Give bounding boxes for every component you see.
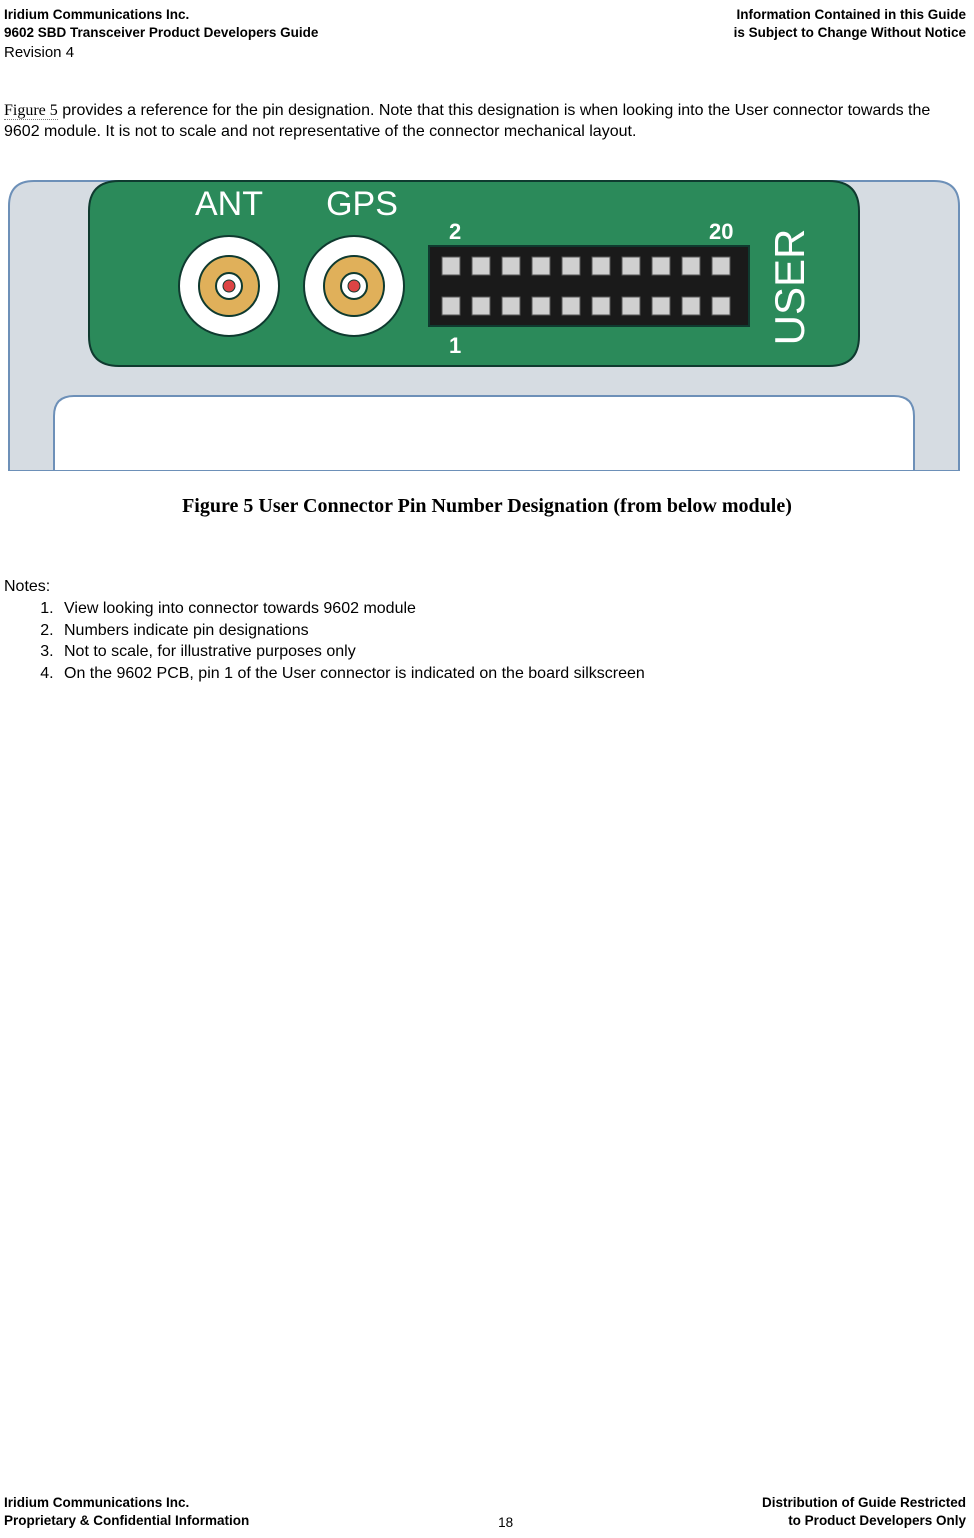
figure-5: ANT GPS 2 20 1 USER Fi [4, 171, 970, 518]
header-right: Information Contained in this Guide is S… [734, 6, 966, 42]
user-label: USER [766, 229, 813, 346]
gps-connector [304, 236, 404, 336]
revision-line: Revision 4 [0, 42, 974, 61]
footer-right: Distribution of Guide Restricted to Prod… [762, 1494, 966, 1530]
page-number: 18 [486, 1515, 526, 1530]
header-notice-line1: Information Contained in this Guide [734, 6, 966, 24]
page-footer: Iridium Communications Inc. Proprietary … [4, 1494, 966, 1530]
ant-connector [179, 236, 279, 336]
header-company: Iridium Communications Inc. [4, 6, 318, 24]
figure-5-caption: Figure 5 User Connector Pin Number Desig… [4, 495, 970, 518]
footer-company: Iridium Communications Inc. [4, 1494, 249, 1512]
pin-1-label: 1 [449, 333, 461, 358]
module-cutout [54, 396, 914, 471]
header-notice-line2: is Subject to Change Without Notice [734, 24, 966, 42]
pin-2-label: 2 [449, 219, 461, 244]
header-left: Iridium Communications Inc. 9602 SBD Tra… [4, 6, 318, 42]
page-header: Iridium Communications Inc. 9602 SBD Tra… [0, 0, 974, 42]
intro-rest: provides a reference for the pin designa… [4, 102, 930, 140]
list-item: View looking into connector towards 9602… [58, 598, 970, 620]
notes-heading: Notes: [4, 578, 50, 595]
list-item: Not to scale, for illustrative purposes … [58, 641, 970, 663]
header-product: 9602 SBD Transceiver Product Developers … [4, 24, 318, 42]
ant-label: ANT [195, 185, 263, 223]
notes-section: Notes: View looking into connector towar… [0, 518, 974, 684]
intro-paragraph: Figure 5 provides a reference for the pi… [0, 61, 974, 143]
list-item: On the 9602 PCB, pin 1 of the User conne… [58, 663, 970, 685]
gps-label: GPS [326, 185, 398, 223]
footer-left: Iridium Communications Inc. Proprietary … [4, 1494, 249, 1530]
pin-20-label: 20 [709, 219, 733, 244]
footer-confidential: Proprietary & Confidential Information [4, 1512, 249, 1530]
list-item: Numbers indicate pin designations [58, 620, 970, 642]
figure-5-link[interactable]: Figure 5 [4, 102, 58, 120]
footer-distribution-2: to Product Developers Only [762, 1512, 966, 1530]
notes-list: View looking into connector towards 9602… [4, 598, 970, 684]
footer-distribution-1: Distribution of Guide Restricted [762, 1494, 966, 1512]
module-diagram: ANT GPS 2 20 1 USER [4, 171, 964, 471]
